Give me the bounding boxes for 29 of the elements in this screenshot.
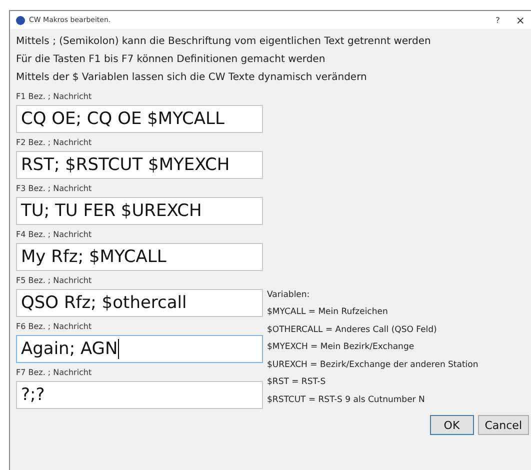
variable-text: $RSTCUT = RST-S 9 als Cutnumber N xyxy=(267,394,426,406)
help-button[interactable]: ? xyxy=(484,16,512,24)
field-label: F4 Bez. ; Nachricht xyxy=(16,230,93,240)
field-label: F7 Bez. ; Nachricht xyxy=(16,368,93,378)
macro-input-field[interactable]: RST; $RSTCUT $MYEXCH xyxy=(16,151,263,179)
cancel-button[interactable]: Cancel xyxy=(478,415,529,435)
macro-input-field[interactable]: Again; AGN xyxy=(16,335,263,363)
field-label: F2 Bez. ; Nachricht xyxy=(16,138,93,148)
instruction-text: Für die Tasten F1 bis F7 können Definitionen gemacht werden xyxy=(16,53,326,67)
macro-input-field[interactable]: TU; TU FER $UREXCH xyxy=(16,197,263,225)
instruction-text: Mittels der $ Variablen lassen sich die CW Texte dynamisch verändern xyxy=(16,71,368,85)
field-label: F3 Bez. ; Nachricht xyxy=(16,184,93,194)
variable-text: $OTHERCALL = Anderes Call (QSO Feld) xyxy=(267,324,438,336)
field-label: F1 Bez. ; Nachricht xyxy=(16,92,93,102)
app-icon xyxy=(16,16,25,24)
variable-text: Variablen: xyxy=(267,288,311,302)
macro-input-field[interactable]: My Rfz; $MYCALL xyxy=(16,243,263,271)
variable-text: $MYCALL = Mein Rufzeichen xyxy=(267,306,389,319)
macro-input-field[interactable]: CQ OE; CQ OE $MYCALL xyxy=(16,105,263,133)
ok-button[interactable]: OK xyxy=(430,415,474,435)
macro-input-field[interactable]: ?;? xyxy=(16,381,263,409)
close-button[interactable]: × xyxy=(516,14,525,26)
macro-input-field[interactable]: QSO Rfz; $othercall xyxy=(16,289,263,317)
variable-text: $UREXCH = Bezirk/Exchange der anderen Station xyxy=(267,358,478,372)
field-label: F5 Bez. ; Nachricht xyxy=(16,276,93,286)
instruction-text: Mittels ; (Semikolon) kann die Beschriftung vom eigentlichen Text getrennt werden xyxy=(16,35,432,49)
variable-text: $MYEXCH = Mein Bezirk/Exchange xyxy=(267,341,416,354)
field-label: F6 Bez. ; Nachricht xyxy=(16,322,93,332)
variable-text: $RST = RST-S xyxy=(267,376,327,389)
